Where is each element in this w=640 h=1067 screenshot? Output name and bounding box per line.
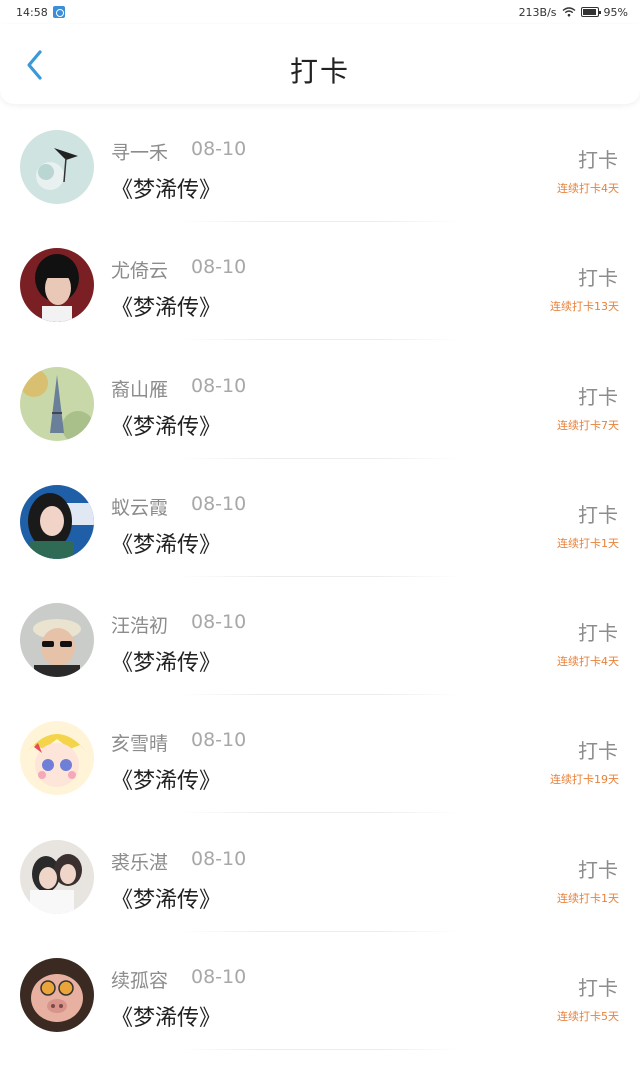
avatar[interactable] (20, 130, 94, 204)
checkin-date: 08-10 (191, 374, 247, 397)
wifi-icon (562, 7, 575, 17)
book-title[interactable]: 《梦浠传》 (111, 527, 221, 559)
book-title[interactable]: 《梦浠传》 (111, 290, 221, 322)
status-bar: 14:58 213B/s 95% (0, 0, 640, 24)
streak-label: 连续打卡4天 (557, 182, 619, 195)
checkin-date: 08-10 (191, 138, 247, 160)
checkin-date: 08-10 (191, 966, 247, 989)
avatar[interactable] (20, 958, 94, 1033)
username[interactable]: 蚁云霞 (111, 493, 168, 520)
checkin-item[interactable]: 寻一禾 08-10 《梦浠传》 打卡 连续打卡4天 (0, 104, 640, 222)
checkin-button[interactable]: 打卡 (578, 381, 618, 410)
page-title: 打卡 (289, 55, 350, 88)
avatar[interactable] (20, 248, 94, 323)
streak-label: 连续打卡19天 (550, 773, 619, 787)
checkin-item[interactable]: 蚁云霞 08-10 《梦浠传》 打卡 连续打卡1天 (0, 459, 640, 577)
checkin-button[interactable]: 打卡 (578, 854, 618, 883)
username[interactable]: 寻一禾 (111, 138, 168, 165)
notification-icon (52, 6, 65, 18)
checkin-date: 08-10 (191, 256, 247, 279)
username[interactable]: 裔山雁 (111, 375, 168, 402)
checkin-button[interactable]: 打卡 (578, 617, 618, 646)
battery-level: 95% (603, 5, 628, 19)
checkin-item[interactable]: 裘乐湛 08-10 《梦浠传》 打卡 连续打卡1天 (0, 814, 640, 932)
avatar[interactable] (20, 721, 94, 796)
header: 打卡 (0, 24, 640, 104)
book-title[interactable]: 《梦浠传》 (111, 882, 221, 914)
status-time: 14:58 (16, 5, 48, 19)
streak-label: 连续打卡4天 (557, 655, 619, 669)
status-left: 14:58 (16, 6, 65, 19)
checkin-button[interactable]: 打卡 (578, 262, 618, 291)
checkin-date: 08-10 (191, 492, 247, 515)
divider (180, 1049, 460, 1051)
avatar[interactable] (20, 603, 94, 678)
username[interactable]: 裘乐湛 (111, 848, 168, 875)
avatar[interactable] (20, 839, 94, 914)
avatar[interactable] (20, 366, 94, 441)
username[interactable]: 续孤容 (111, 966, 168, 993)
checkin-button[interactable]: 打卡 (578, 735, 618, 764)
username[interactable]: 汪浩初 (111, 611, 168, 638)
streak-label: 连续打卡7天 (557, 418, 619, 432)
username[interactable]: 尤倚云 (111, 256, 168, 283)
book-title[interactable]: 《梦浠传》 (111, 1000, 221, 1032)
checkin-item[interactable]: 续孤容 08-10 《梦浠传》 打卡 连续打卡5天 (0, 932, 640, 1051)
streak-label: 连续打卡13天 (550, 300, 619, 314)
checkin-item[interactable]: 尤倚云 08-10 《梦浠传》 打卡 连续打卡13天 (0, 222, 640, 341)
book-title[interactable]: 《梦浠传》 (111, 409, 221, 441)
checkin-date: 08-10 (191, 847, 247, 870)
streak-label: 连续打卡1天 (557, 891, 619, 905)
username[interactable]: 亥雪晴 (111, 729, 168, 756)
streak-label: 连续打卡1天 (557, 536, 619, 550)
avatar[interactable] (20, 484, 94, 559)
network-speed: 213B/s (518, 5, 557, 19)
checkin-item[interactable]: 汪浩初 08-10 《梦浠传》 打卡 连续打卡4天 (0, 577, 640, 696)
book-title[interactable]: 《梦浠传》 (111, 645, 221, 677)
checkin-button[interactable]: 打卡 (578, 972, 618, 1001)
checkin-item[interactable]: 亥雪晴 08-10 《梦浠传》 打卡 连续打卡19天 (0, 695, 640, 814)
battery-icon (580, 7, 601, 17)
checkin-button[interactable]: 打卡 (578, 144, 618, 173)
checkin-item[interactable]: 裔山雁 08-10 《梦浠传》 打卡 连续打卡7天 (0, 341, 640, 459)
checkin-date: 08-10 (191, 729, 247, 752)
checkin-date: 08-10 (191, 611, 247, 634)
checkin-list: 寻一禾 08-10 《梦浠传》 打卡 连续打卡4天 尤倚云 08-10 《梦浠传… (0, 104, 640, 1051)
status-right: 213B/s 95% (519, 6, 628, 19)
checkin-button[interactable]: 打卡 (578, 499, 618, 528)
book-title[interactable]: 《梦浠传》 (111, 763, 221, 795)
book-title[interactable]: 《梦浠传》 (111, 172, 221, 204)
streak-label: 连续打卡5天 (557, 1010, 619, 1024)
